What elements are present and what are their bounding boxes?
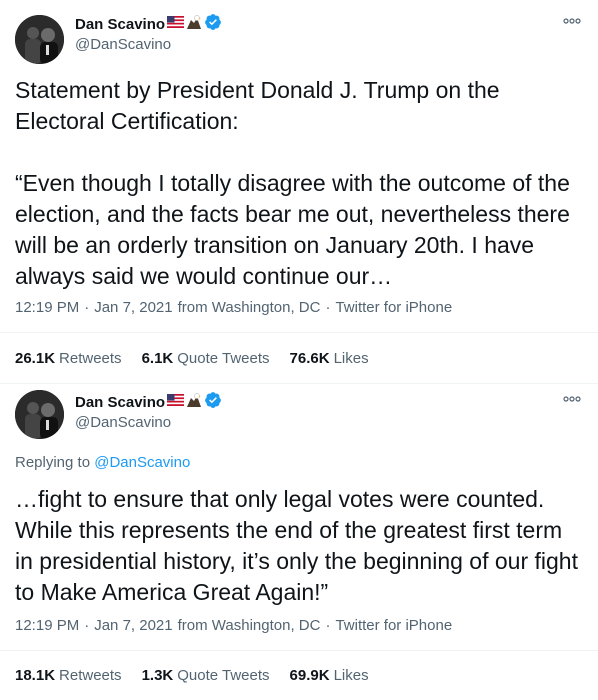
author-name[interactable]: Dan Scavino <box>75 16 165 33</box>
us-flag-emoji <box>167 393 185 411</box>
verified-badge-icon <box>204 13 222 36</box>
eagle-emoji <box>186 392 202 413</box>
quote-tweets-stat[interactable]: 6.1K Quote Tweets <box>142 350 270 367</box>
replying-to: Replying to @DanScavino <box>15 454 190 471</box>
tweet-stats: 26.1K Retweets 6.1K Quote Tweets 76.6K Like… <box>15 350 389 367</box>
meta-separator: · <box>84 617 90 634</box>
likes-stat[interactable]: 76.6K Likes <box>290 350 369 367</box>
tweet-text: …fight to ensure that only legal votes w… <box>15 486 578 605</box>
retweets-label: Retweets <box>59 667 122 684</box>
author-handle[interactable]: @DanScavino <box>75 414 171 431</box>
replying-to-prefix: Replying to <box>15 454 91 471</box>
meta-separator: · <box>325 617 331 634</box>
tweet-meta: 12:19 PM · Jan 7, 2021 from Washington, … <box>15 299 452 316</box>
author-handle[interactable]: @DanScavino <box>75 36 171 53</box>
more-dots-icon[interactable] <box>561 14 583 28</box>
likes-count: 69.9K <box>289 667 330 684</box>
author-name[interactable]: Dan Scavino <box>75 394 165 411</box>
tweet-time[interactable]: 12:19 PM <box>15 299 79 316</box>
tweet-stats: 18.1K Retweets 1.3K Quote Tweets 69.9K Like… <box>15 667 389 684</box>
likes-label: Likes <box>333 350 369 367</box>
tweet-client[interactable]: Twitter for iPhone <box>335 299 452 316</box>
tweet-time[interactable]: 12:19 PM <box>15 617 79 634</box>
tweet-meta: 12:19 PM · Jan 7, 2021 from Washington, … <box>15 617 452 634</box>
quote-tweets-count: 6.1K <box>141 350 174 367</box>
replying-to-handle-link[interactable]: @DanScavino <box>94 454 190 471</box>
us-flag-emoji <box>167 15 185 33</box>
quote-tweets-stat[interactable]: 1.3K Quote Tweets <box>142 667 270 684</box>
retweets-count: 18.1K <box>15 667 56 684</box>
avatar[interactable] <box>15 390 64 439</box>
retweets-label: Retweets <box>59 350 122 367</box>
verified-badge-icon <box>204 391 222 414</box>
eagle-emoji <box>186 14 202 35</box>
retweets-stat[interactable]: 18.1K Retweets <box>15 667 122 684</box>
quote-tweets-label: Quote Tweets <box>177 350 270 367</box>
author-name-row[interactable]: Dan Scavino <box>75 391 222 414</box>
likes-label: Likes <box>333 667 369 684</box>
tweet-text: Statement by President Donald J. Trump o… <box>15 77 570 289</box>
tweet-date[interactable]: Jan 7, 2021 <box>94 299 172 316</box>
quote-tweets-label: Quote Tweets <box>177 667 270 684</box>
retweets-count: 26.1K <box>15 350 56 367</box>
tweet-location[interactable]: from Washington, DC <box>178 299 321 316</box>
meta-separator: · <box>325 299 331 316</box>
quote-tweets-count: 1.3K <box>141 667 174 684</box>
retweets-stat[interactable]: 26.1K Retweets <box>15 350 122 367</box>
avatar[interactable] <box>15 15 64 64</box>
more-dots-icon[interactable] <box>561 392 583 406</box>
tweet[interactable]: Dan Scavino @DanScavino <box>0 384 598 700</box>
likes-stat[interactable]: 69.9K Likes <box>290 667 369 684</box>
tweet-date[interactable]: Jan 7, 2021 <box>94 617 172 634</box>
divider <box>0 650 598 651</box>
meta-separator: · <box>84 299 90 316</box>
tweet[interactable]: Dan Scavino @DanScavino <box>0 0 598 384</box>
divider <box>0 332 598 333</box>
tweet-location[interactable]: from Washington, DC <box>178 617 321 634</box>
author-name-row[interactable]: Dan Scavino <box>75 13 222 36</box>
tweet-client[interactable]: Twitter for iPhone <box>335 617 452 634</box>
likes-count: 76.6K <box>289 350 330 367</box>
